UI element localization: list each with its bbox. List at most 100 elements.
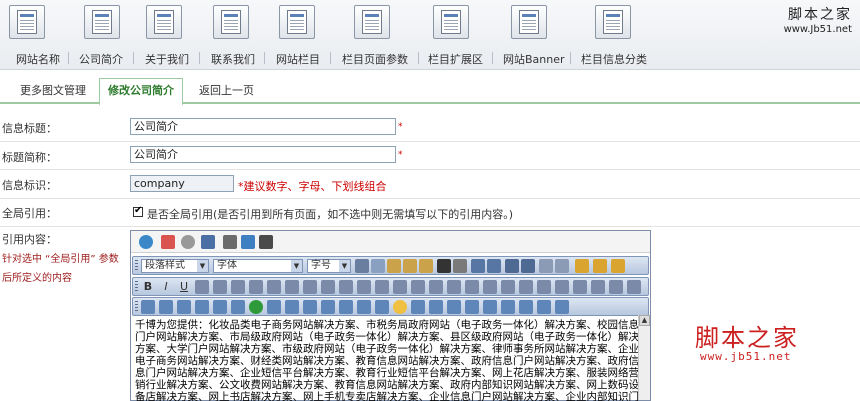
nav-column-page-params[interactable]: 栏目页面参数: [342, 51, 408, 67]
find-icon[interactable]: [471, 259, 485, 273]
pointer-icon[interactable]: [555, 259, 569, 273]
delete-icon[interactable]: [437, 259, 451, 273]
align-right-icon[interactable]: [357, 280, 371, 294]
cut-icon[interactable]: [355, 259, 369, 273]
font-decrease-icon[interactable]: [303, 280, 317, 294]
flash-icon[interactable]: [159, 300, 173, 314]
unordered-list-icon[interactable]: [411, 280, 425, 294]
time-icon[interactable]: [357, 300, 371, 314]
properties-icon[interactable]: [537, 300, 551, 314]
align-left-icon[interactable]: [321, 280, 335, 294]
web-icon[interactable]: [249, 300, 263, 314]
column-info-category-icon[interactable]: [595, 5, 631, 39]
print-icon[interactable]: [483, 300, 497, 314]
underline-icon[interactable]: U: [177, 280, 191, 294]
quote-icon[interactable]: [429, 300, 443, 314]
tab-more-image-text[interactable]: 更多图文管理: [12, 80, 94, 104]
subscript-icon[interactable]: [231, 280, 245, 294]
gallery-icon[interactable]: [231, 300, 245, 314]
help-icon[interactable]: [259, 235, 273, 249]
paste-text-icon[interactable]: [403, 259, 417, 273]
file-icon[interactable]: [195, 300, 209, 314]
font-color-icon[interactable]: [249, 280, 263, 294]
horizontal-rule-icon[interactable]: [321, 300, 335, 314]
nav-site-columns[interactable]: 网站栏目: [276, 51, 320, 67]
superscript-icon[interactable]: [213, 280, 227, 294]
smiley-icon[interactable]: [393, 300, 407, 314]
redo-icon[interactable]: [521, 259, 535, 273]
source-icon[interactable]: [593, 259, 607, 273]
table-icon[interactable]: [465, 280, 479, 294]
column-page-params-icon[interactable]: [354, 5, 390, 39]
form-icon[interactable]: [303, 300, 317, 314]
nav-company-intro[interactable]: 公司简介: [79, 51, 123, 67]
paste-word-icon[interactable]: [419, 259, 433, 273]
marquee-icon[interactable]: [285, 300, 299, 314]
spellcheck-icon[interactable]: [501, 300, 515, 314]
font-select[interactable]: 字体 ▼: [213, 259, 303, 273]
editor-scrollbar[interactable]: ▲: [638, 315, 650, 400]
short-title-input[interactable]: 公司简介: [130, 146, 396, 163]
paragraph-style-select[interactable]: 段落样式 ▼: [141, 259, 209, 273]
strikethrough-icon[interactable]: [195, 280, 209, 294]
highlight-icon[interactable]: [267, 280, 281, 294]
editor-content[interactable]: 千博为您提供：化妆品类电子商务网站解决方案、市税务局政府网站（电子政务一体化）解…: [135, 319, 640, 401]
undo-icon[interactable]: [505, 259, 519, 273]
clear-format-icon[interactable]: [453, 259, 467, 273]
image-icon[interactable]: [141, 300, 155, 314]
calendar-icon[interactable]: [161, 235, 175, 249]
anchor-icon[interactable]: [609, 280, 623, 294]
user-icon[interactable]: [223, 235, 237, 249]
code-icon[interactable]: [411, 300, 425, 314]
identifier-input[interactable]: company: [130, 175, 234, 192]
link-icon[interactable]: [573, 280, 587, 294]
site-name-icon[interactable]: [9, 5, 45, 39]
nav-site-banner[interactable]: 网站Banner: [503, 51, 565, 67]
column-extension-icon[interactable]: [433, 5, 469, 39]
info-icon[interactable]: [555, 300, 569, 314]
gear-icon[interactable]: [181, 235, 195, 249]
nav-column-extension[interactable]: 栏目扩展区: [428, 51, 483, 67]
title-input[interactable]: 公司简介: [130, 118, 396, 135]
emoji-icon[interactable]: [627, 280, 641, 294]
users-icon[interactable]: [241, 235, 255, 249]
layer-icon[interactable]: [447, 300, 461, 314]
page-break-icon[interactable]: [465, 300, 479, 314]
copy-icon[interactable]: [371, 259, 385, 273]
align-center-icon[interactable]: [339, 280, 353, 294]
column-icon[interactable]: [519, 280, 533, 294]
align-justify-icon[interactable]: [375, 280, 389, 294]
template-icon[interactable]: [611, 259, 625, 273]
row-icon[interactable]: [501, 280, 515, 294]
merge-icon[interactable]: [537, 280, 551, 294]
cell-icon[interactable]: [483, 280, 497, 294]
paste-icon[interactable]: [387, 259, 401, 273]
contact-us-icon[interactable]: [213, 5, 249, 39]
globe-icon[interactable]: [139, 235, 153, 249]
indent-icon[interactable]: [429, 280, 443, 294]
zoom-icon[interactable]: [519, 300, 533, 314]
date-icon[interactable]: [339, 300, 353, 314]
company-intro-icon[interactable]: [84, 5, 120, 39]
screenshot-icon[interactable]: [267, 300, 281, 314]
bold-icon[interactable]: B: [141, 280, 155, 294]
preview-icon[interactable]: [201, 235, 215, 249]
special-char-icon[interactable]: [375, 300, 389, 314]
nav-about-us[interactable]: 关于我们: [145, 51, 189, 67]
about-us-icon[interactable]: [146, 5, 182, 39]
site-banner-icon[interactable]: [511, 5, 547, 39]
nav-site-name[interactable]: 网站名称: [16, 51, 60, 67]
remote-image-icon[interactable]: [213, 300, 227, 314]
ordered-list-icon[interactable]: [393, 280, 407, 294]
split-icon[interactable]: [555, 280, 569, 294]
global-checkbox[interactable]: [133, 205, 143, 217]
outdent-icon[interactable]: [447, 280, 461, 294]
font-size-select[interactable]: 字号 ▼: [307, 259, 351, 273]
nav-contact-us[interactable]: 联系我们: [211, 51, 255, 67]
scroll-up-icon[interactable]: ▲: [639, 315, 650, 326]
tab-go-back[interactable]: 返回上一页: [191, 80, 262, 104]
tab-edit-company-intro[interactable]: 修改公司简介: [99, 78, 183, 106]
unlink-icon[interactable]: [591, 280, 605, 294]
font-increase-icon[interactable]: [285, 280, 299, 294]
nav-column-info-category[interactable]: 栏目信息分类: [581, 51, 647, 67]
